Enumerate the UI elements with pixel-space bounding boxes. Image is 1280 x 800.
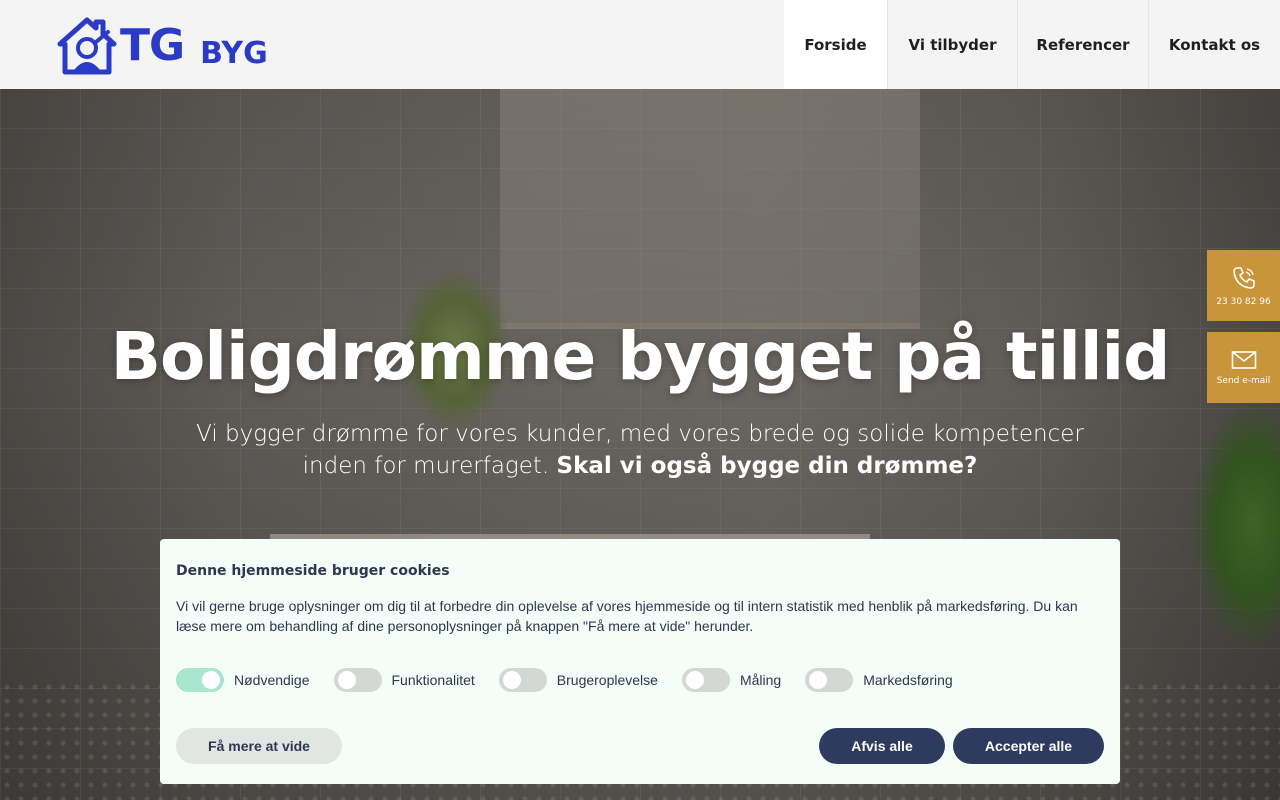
hero-subtitle-line1: Vi bygger drømme for vores kunder, med v… <box>196 421 1084 447</box>
toggle-maling[interactable] <box>681 668 730 692</box>
site-header: TG BYG Forside Vi tilbyder Referencer Ko… <box>0 0 1280 89</box>
toggle-group-markedsforing: Markedsføring <box>805 668 953 692</box>
phone-label: 23 30 82 96 <box>1216 296 1271 307</box>
main-nav: Forside Vi tilbyder Referencer Kontakt o… <box>784 0 1280 89</box>
toggle-markedsforing[interactable] <box>805 668 854 692</box>
logo[interactable]: TG BYG <box>56 14 271 76</box>
toggle-group-brugeroplevelse: Brugeroplevelse <box>498 668 658 692</box>
phone-button[interactable]: 23 30 82 96 <box>1207 250 1280 321</box>
hero-title: Boligdrømme bygget på tillid <box>110 318 1171 395</box>
toggle-group-funktionalitet: Funktionalitet <box>333 668 475 692</box>
toggle-group-maling: Måling <box>681 668 782 692</box>
hero-subtitle-line2: inden for murerfaget. <box>302 453 550 479</box>
reject-all-button[interactable]: Afvis alle <box>819 728 945 764</box>
toggle-label: Nødvendige <box>234 672 310 688</box>
nav-item-vi-tilbyder[interactable]: Vi tilbyder <box>887 0 1017 89</box>
email-label: Send e-mail <box>1216 375 1271 386</box>
toggle-label: Måling <box>739 672 782 688</box>
hero-subtitle-bold: Skal vi også bygge din drømme? <box>556 453 978 479</box>
learn-more-button[interactable]: Få mere at vide <box>176 728 342 764</box>
cookie-text: Vi vil gerne bruge oplysninger om dig ti… <box>176 598 1078 634</box>
toggle-funktionalitet[interactable] <box>333 668 382 692</box>
email-button[interactable]: Send e-mail <box>1207 332 1280 403</box>
nav-item-forside[interactable]: Forside <box>784 0 887 89</box>
nav-item-referencer[interactable]: Referencer <box>1017 0 1148 89</box>
toggle-group-nodvendige: Nødvendige <box>176 668 310 692</box>
toggle-label: Brugeroplevelse <box>556 672 658 688</box>
house-mascot-icon <box>57 17 117 75</box>
phone-icon <box>1232 266 1255 289</box>
toggle-nodvendige[interactable] <box>176 668 224 692</box>
cookie-title: Denne hjemmeside bruger cookies <box>176 563 450 579</box>
toggle-label: Funktionalitet <box>391 672 475 688</box>
toggle-brugeroplevelse[interactable] <box>498 668 547 692</box>
hero-subtitle: Vi bygger drømme for vores kunder, med v… <box>0 418 1280 482</box>
nav-item-kontakt-os[interactable]: Kontakt os <box>1148 0 1280 89</box>
cookie-toggles: Nødvendige Funktionalitet Brugeroplevels… <box>176 668 977 692</box>
cookie-consent-panel: Denne hjemmeside bruger cookies Vi vil g… <box>160 539 1120 784</box>
logo-tg-text: TG <box>120 20 185 71</box>
accept-all-button[interactable]: Accepter alle <box>953 728 1104 764</box>
toggle-label: Markedsføring <box>863 672 953 688</box>
envelope-icon <box>1231 350 1256 369</box>
logo-byg-text: BYG <box>200 36 268 71</box>
